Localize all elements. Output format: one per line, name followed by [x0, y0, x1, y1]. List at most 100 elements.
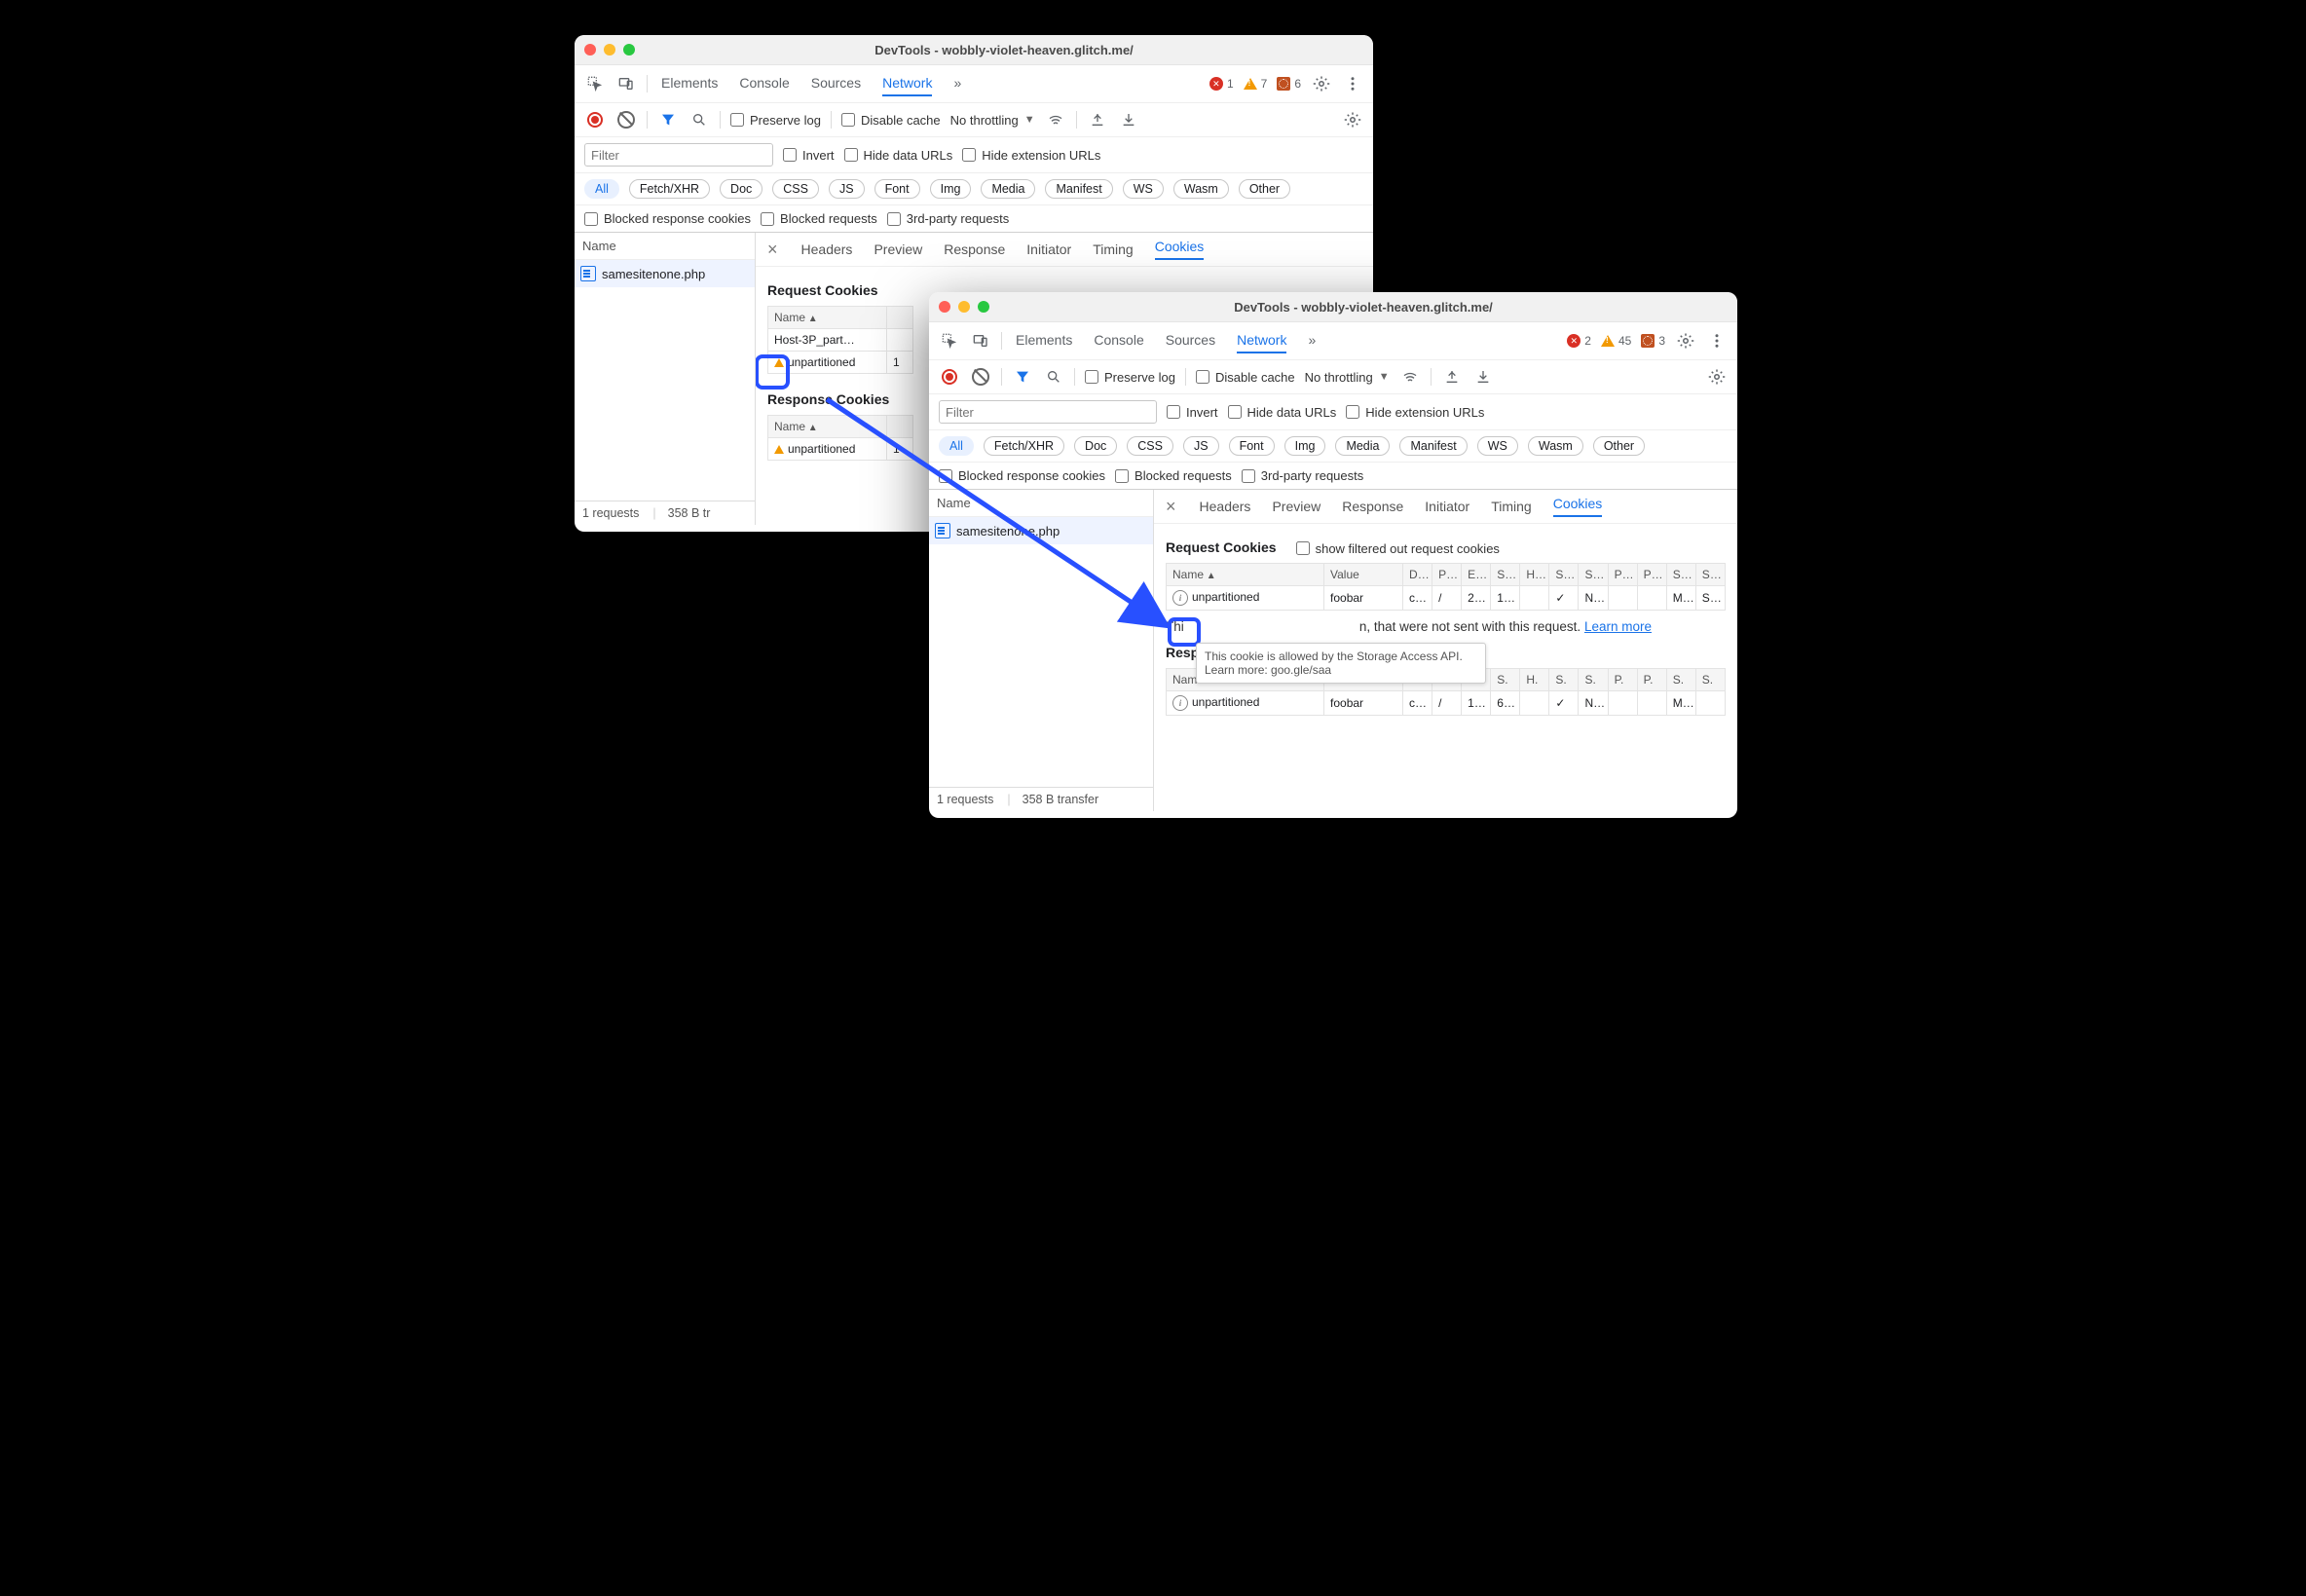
- type-manifest[interactable]: Manifest: [1045, 179, 1112, 199]
- blocked-requests-checkbox[interactable]: Blocked requests: [761, 211, 877, 226]
- col-name[interactable]: Name: [1167, 564, 1324, 586]
- filter-input[interactable]: [584, 143, 773, 167]
- error-count[interactable]: 2: [1567, 334, 1591, 348]
- close-window-icon[interactable]: [584, 44, 596, 56]
- more-menu-icon[interactable]: [1706, 330, 1728, 352]
- name-column-header[interactable]: Name: [929, 490, 1153, 517]
- preserve-log-checkbox[interactable]: Preserve log: [730, 113, 821, 128]
- request-row[interactable]: samesitenone.php: [575, 260, 755, 287]
- subtab-response[interactable]: Response: [944, 241, 1005, 257]
- filter-toggle-icon[interactable]: [1012, 366, 1033, 388]
- cookie-row[interactable]: iunpartitioned foobar c…/2…1… ✓N…M…S… 4…: [1167, 586, 1726, 611]
- network-conditions-icon[interactable]: [1399, 366, 1421, 388]
- type-other[interactable]: Other: [1593, 436, 1645, 456]
- device-toggle-icon[interactable]: [615, 73, 637, 94]
- tab-network[interactable]: Network: [882, 71, 932, 96]
- throttling-select[interactable]: No throttling▼: [950, 113, 1035, 128]
- name-column-header[interactable]: Name: [575, 233, 755, 260]
- thirdparty-checkbox[interactable]: 3rd-party requests: [1242, 468, 1364, 483]
- zoom-window-icon[interactable]: [978, 301, 989, 313]
- settings-icon[interactable]: [1311, 73, 1332, 94]
- subtab-headers[interactable]: Headers: [801, 241, 853, 257]
- import-har-icon[interactable]: [1441, 366, 1463, 388]
- type-all[interactable]: All: [584, 179, 619, 199]
- throttling-select[interactable]: No throttling▼: [1305, 370, 1390, 385]
- clear-icon[interactable]: [615, 109, 637, 130]
- network-conditions-icon[interactable]: [1045, 109, 1066, 130]
- subtab-timing[interactable]: Timing: [1093, 241, 1134, 257]
- show-filtered-checkbox[interactable]: show filtered out request cookies: [1296, 541, 1500, 556]
- subtab-initiator[interactable]: Initiator: [1026, 241, 1071, 257]
- hide-data-urls-checkbox[interactable]: Hide data URLs: [844, 148, 953, 163]
- col-name[interactable]: Name: [768, 416, 887, 438]
- type-js[interactable]: JS: [1183, 436, 1219, 456]
- close-details-icon[interactable]: ×: [767, 240, 778, 260]
- issues-count[interactable]: 6: [1277, 77, 1301, 91]
- issues-count[interactable]: 3: [1641, 334, 1665, 348]
- error-count[interactable]: 1: [1209, 77, 1234, 91]
- more-menu-icon[interactable]: [1342, 73, 1363, 94]
- close-details-icon[interactable]: ×: [1166, 497, 1176, 517]
- export-har-icon[interactable]: [1472, 366, 1494, 388]
- type-wasm[interactable]: Wasm: [1528, 436, 1583, 456]
- invert-checkbox[interactable]: Invert: [783, 148, 835, 163]
- blocked-cookies-checkbox[interactable]: Blocked response cookies: [584, 211, 751, 226]
- warning-count[interactable]: 7: [1244, 77, 1268, 91]
- subtab-initiator[interactable]: Initiator: [1425, 499, 1469, 514]
- hide-extension-urls-checkbox[interactable]: Hide extension URLs: [962, 148, 1100, 163]
- hide-data-urls-checkbox[interactable]: Hide data URLs: [1228, 405, 1337, 420]
- type-font[interactable]: Font: [874, 179, 920, 199]
- type-img[interactable]: Img: [1284, 436, 1326, 456]
- type-css[interactable]: CSS: [772, 179, 819, 199]
- clear-icon[interactable]: [970, 366, 991, 388]
- tab-console[interactable]: Console: [1094, 328, 1143, 353]
- type-fetch[interactable]: Fetch/XHR: [629, 179, 710, 199]
- type-media[interactable]: Media: [1335, 436, 1390, 456]
- device-toggle-icon[interactable]: [970, 330, 991, 352]
- type-font[interactable]: Font: [1229, 436, 1275, 456]
- filter-input[interactable]: [939, 400, 1157, 424]
- cookie-row[interactable]: iunpartitioned foobar c…/1…6… ✓N…M…: [1167, 690, 1726, 715]
- subtab-cookies[interactable]: Cookies: [1553, 496, 1603, 517]
- disable-cache-checkbox[interactable]: Disable cache: [1196, 370, 1295, 385]
- tabs-overflow[interactable]: »: [1308, 328, 1316, 353]
- network-settings-icon[interactable]: [1706, 366, 1728, 388]
- type-media[interactable]: Media: [981, 179, 1035, 199]
- subtab-preview[interactable]: Preview: [1272, 499, 1320, 514]
- minimize-window-icon[interactable]: [604, 44, 615, 56]
- tab-elements[interactable]: Elements: [1016, 328, 1072, 353]
- cookie-row[interactable]: Host-3P_part…: [768, 329, 913, 352]
- close-window-icon[interactable]: [939, 301, 950, 313]
- record-icon[interactable]: [584, 109, 606, 130]
- thirdparty-checkbox[interactable]: 3rd-party requests: [887, 211, 1010, 226]
- zoom-window-icon[interactable]: [623, 44, 635, 56]
- type-img[interactable]: Img: [930, 179, 972, 199]
- tab-sources[interactable]: Sources: [811, 71, 861, 96]
- type-ws[interactable]: WS: [1477, 436, 1518, 456]
- search-icon[interactable]: [1043, 366, 1064, 388]
- blocked-requests-checkbox[interactable]: Blocked requests: [1115, 468, 1232, 483]
- network-settings-icon[interactable]: [1342, 109, 1363, 130]
- invert-checkbox[interactable]: Invert: [1167, 405, 1218, 420]
- subtab-preview[interactable]: Preview: [874, 241, 922, 257]
- type-doc[interactable]: Doc: [720, 179, 762, 199]
- tabs-overflow[interactable]: »: [953, 71, 961, 96]
- minimize-window-icon[interactable]: [958, 301, 970, 313]
- request-row[interactable]: samesitenone.php: [929, 517, 1153, 544]
- type-manifest[interactable]: Manifest: [1399, 436, 1467, 456]
- col-name[interactable]: Name: [768, 307, 887, 329]
- type-css[interactable]: CSS: [1127, 436, 1173, 456]
- inspect-icon[interactable]: [584, 73, 606, 94]
- subtab-headers[interactable]: Headers: [1200, 499, 1251, 514]
- export-har-icon[interactable]: [1118, 109, 1139, 130]
- preserve-log-checkbox[interactable]: Preserve log: [1085, 370, 1175, 385]
- type-doc[interactable]: Doc: [1074, 436, 1117, 456]
- tab-sources[interactable]: Sources: [1166, 328, 1215, 353]
- cookie-row[interactable]: unpartitioned1: [768, 438, 913, 461]
- inspect-icon[interactable]: [939, 330, 960, 352]
- subtab-response[interactable]: Response: [1342, 499, 1403, 514]
- type-js[interactable]: JS: [829, 179, 865, 199]
- search-icon[interactable]: [688, 109, 710, 130]
- type-all[interactable]: All: [939, 436, 974, 456]
- subtab-cookies[interactable]: Cookies: [1155, 239, 1205, 260]
